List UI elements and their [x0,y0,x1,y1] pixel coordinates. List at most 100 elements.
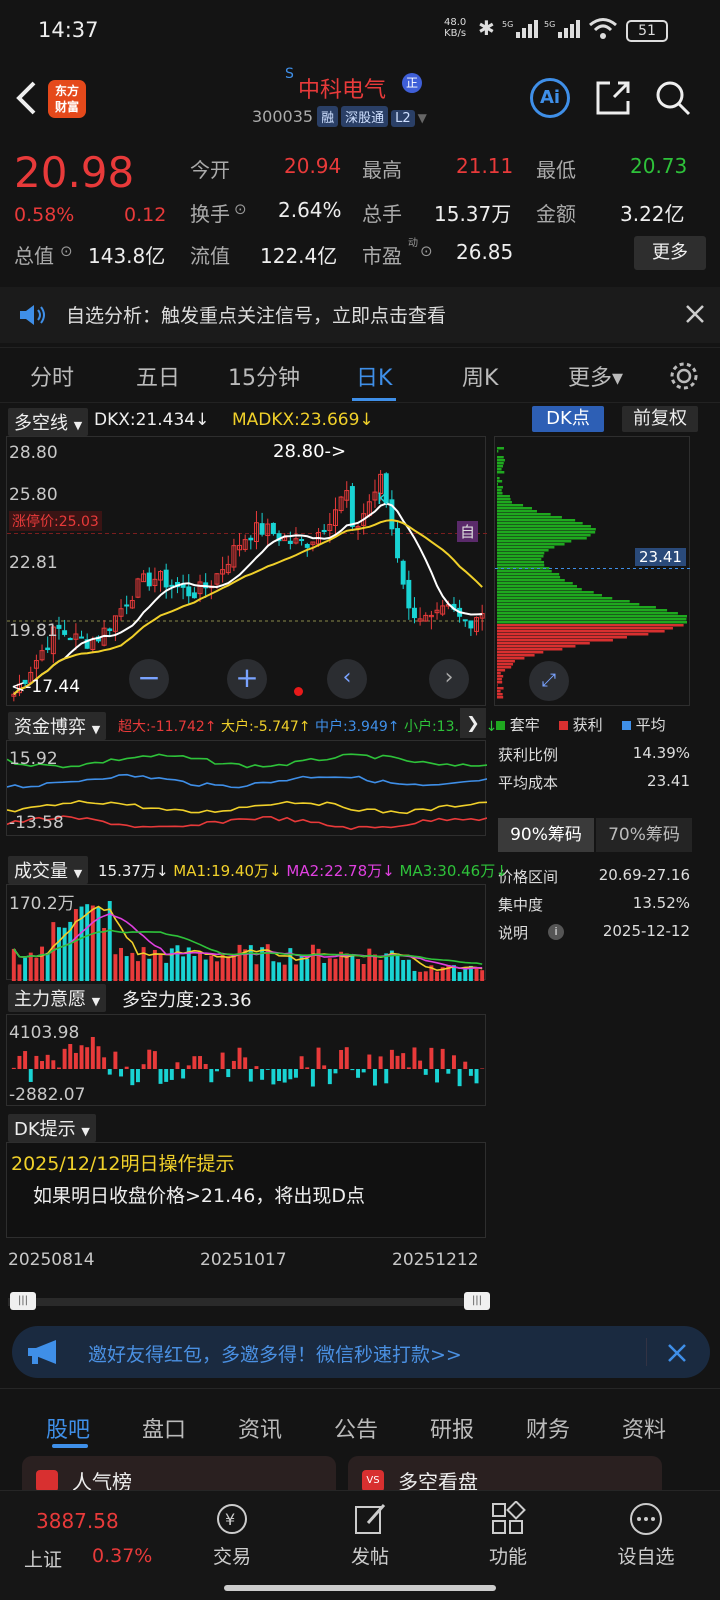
stock-name[interactable]: 中科电气 [298,72,386,104]
fund-line [7,773,487,789]
volume-bar [361,964,366,981]
tab-pankou[interactable]: 盘口 [142,1412,186,1444]
volume-bar [350,954,355,981]
tab-daily[interactable]: 日K [356,360,392,392]
zoom-in-button[interactable]: + [227,659,267,699]
main-force-bar [406,1067,411,1069]
chip-bar [497,465,504,468]
tab-15min[interactable]: 15分钟 [228,360,300,392]
net-speed: 48.0 KB/s [444,17,467,39]
ai-button[interactable]: Ai [530,78,570,118]
volume-select[interactable]: 成交量 ▼ [8,856,89,884]
chip-70-tab[interactable]: 70%筹码 [596,818,692,852]
zoom-out-button[interactable]: − [129,659,169,699]
x-date: 20251212 [392,1250,479,1270]
open-value: 20.94 [284,154,342,178]
main-select[interactable]: 主力意愿 ▼ [8,984,107,1012]
function-button[interactable]: 功能 [476,1500,540,1569]
main-force-bar [124,1066,129,1069]
chip-bar [497,486,503,489]
chip-bar [497,447,504,450]
invite-banner[interactable]: 邀好友得红包，多邀多得！微信秒速打款>> [12,1326,710,1378]
volume-chart[interactable]: 170.2万 [6,884,486,981]
expand-icon[interactable]: ⤢ [529,661,569,701]
volume-bar [192,955,197,981]
range-track[interactable] [8,1298,490,1306]
chip-bar [497,573,560,576]
prev-button[interactable]: ‹ [327,659,367,699]
post-button[interactable]: 发帖 [338,1501,402,1569]
adjust-button[interactable]: 前复权 [622,406,698,432]
index-pct[interactable]: 0.37% [92,1545,152,1567]
tab-more[interactable]: 更多▾ [568,360,623,392]
chip-90-tab[interactable]: 90%筹码 [498,818,594,852]
main-force-bar [468,1069,473,1076]
gear-icon[interactable] [668,360,700,392]
dropdown-icon[interactable]: ▼ [418,111,427,125]
main-force-bar [316,1047,321,1069]
legend-profit: 获利 [572,716,603,734]
volume-bar [40,946,45,981]
search-icon[interactable] [654,79,692,117]
fund-chart[interactable]: 15.92 -13.58 [6,740,487,836]
fund-next-icon[interactable]: ❯ [460,708,486,738]
edit-icon [355,1504,386,1534]
volume-bar [198,951,203,981]
info-icon-2[interactable]: ⊙ [60,242,73,260]
volume-bar [90,905,95,981]
main-chart[interactable]: 4103.98 -2882.07 [6,1014,486,1106]
dk-select[interactable]: DK提示 ▼ [8,1114,96,1142]
dk-point-button[interactable]: DK点 [532,406,604,432]
tab-5day[interactable]: 五日 [136,360,180,392]
volume-bar [305,958,310,981]
more-button[interactable]: 更多 [634,236,706,270]
tab-profile[interactable]: 资料 [622,1412,666,1444]
next-button[interactable]: › [429,659,469,699]
trade-button[interactable]: ¥ 交易 [200,1501,264,1569]
chip-bar [497,558,542,561]
badge-rong: 融 [317,106,339,127]
back-icon[interactable] [14,80,38,116]
chip-bar [497,582,573,585]
chip-bar [497,480,503,483]
index-value[interactable]: 3887.58 [36,1509,119,1533]
tab-finance[interactable]: 财务 [526,1412,570,1444]
tab-weekly[interactable]: 周K [462,360,498,392]
notice-bar[interactable]: 自选分析：触发重点关注信号，立即点击查看 [0,287,720,343]
main-force-bar [288,1069,293,1080]
tab-research[interactable]: 研报 [430,1412,474,1444]
close-icon[interactable] [684,303,706,325]
profit-ratio-label: 获利比例 [498,746,559,764]
main-force-bar [175,1062,180,1069]
chip-chart[interactable]: 23.41 ⤢ [494,436,691,706]
s-mark: S [285,66,294,82]
share-icon[interactable] [594,79,632,117]
tab-announce[interactable]: 公告 [334,1412,378,1444]
y-tick: 25.80 [9,485,58,505]
info-icon-4[interactable]: i [548,924,564,940]
tab-guba[interactable]: 股吧 [46,1412,90,1444]
pe-label: 市盈 [362,244,402,268]
app-logo[interactable]: 东方 财富 [48,80,86,118]
main-force-bar [265,1069,270,1070]
info-icon[interactable]: ⊙ [234,200,247,218]
volume-ma-line [13,912,483,970]
main-force-bar [322,1065,327,1069]
tab-news[interactable]: 资讯 [238,1412,282,1444]
indicator-select[interactable]: 多空线 ▼ [8,408,89,436]
range-handle-left[interactable]: ||| [10,1292,36,1310]
banner-close-icon[interactable] [666,1342,688,1364]
add-watchlist-button[interactable]: 设自选 [604,1501,688,1569]
tab-intraday[interactable]: 分时 [30,360,74,392]
chip-bar [497,687,504,690]
fund-select[interactable]: 资金博弈 ▼ [8,712,107,740]
info-icon-3[interactable]: ⊙ [420,242,433,260]
banner-text[interactable]: 邀好友得红包，多邀多得！微信秒速打款>> [88,1340,462,1367]
notice-text[interactable]: 自选分析：触发重点关注信号，立即点击查看 [66,301,446,328]
index-name[interactable]: 上证 [24,1545,62,1572]
kline-chart[interactable]: 28.80 25.80 22.81 19.81 涨停价:25.03 28.80-… [6,436,487,706]
volume-bar [384,953,389,981]
chip-bar [497,513,551,516]
range-handle-right[interactable]: ||| [464,1292,490,1310]
dk-panel: 2025/12/12明日操作提示 如果明日收盘价格>21.46，将出现D点 [6,1142,486,1238]
